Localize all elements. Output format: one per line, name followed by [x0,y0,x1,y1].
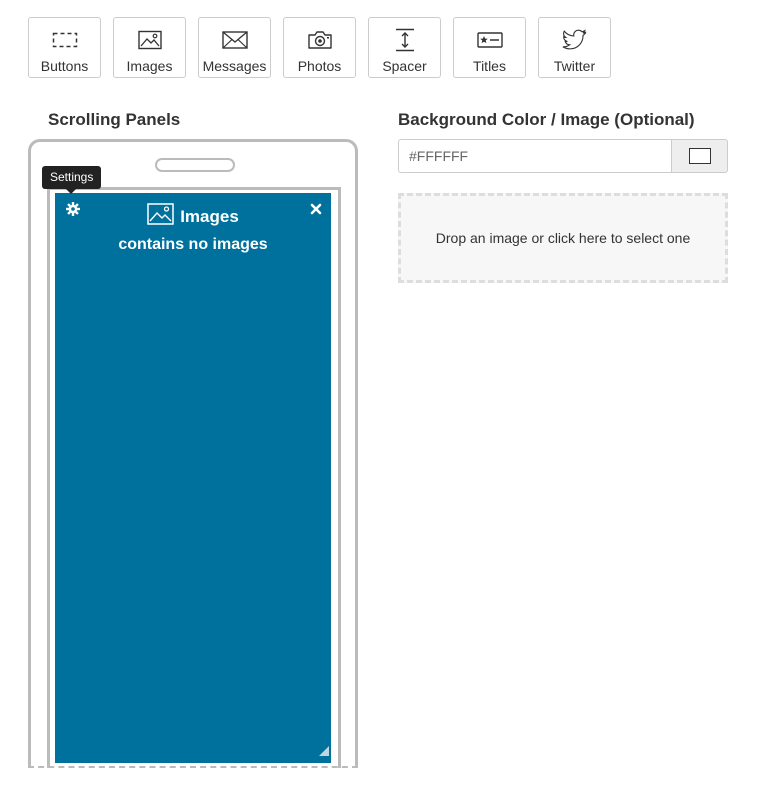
panel-title: Images [55,203,331,230]
toolbar-photos-label: Photos [297,58,342,74]
envelope-icon [199,28,270,52]
phone-speaker [155,158,235,172]
toolbar-images-label: Images [126,58,173,74]
toolbar-twitter-button[interactable]: Twitter [538,17,611,78]
resize-handle-icon[interactable] [319,743,329,761]
background-color-group [398,139,728,173]
scrolling-panels-heading: Scrolling Panels [48,110,181,129]
panel-title-text: Images [180,206,239,226]
camera-icon [284,28,355,52]
close-icon[interactable] [310,202,322,220]
twitter-bird-icon [539,28,610,52]
toolbar-photos-button[interactable]: Photos [283,17,356,78]
toolbar-titles-button[interactable]: Titles [453,17,526,78]
toolbar-spacer-button[interactable]: Spacer [368,17,441,78]
background-color-input[interactable] [398,139,671,173]
dashed-rectangle-icon [29,28,100,52]
phone-bottom-edge [28,766,358,768]
dropzone-text: Drop an image or click here to select on… [435,230,691,246]
image-icon [147,203,174,230]
title-card-icon [454,28,525,52]
settings-tooltip: Settings [42,166,102,194]
image-dropzone[interactable]: Drop an image or click here to select on… [398,193,728,283]
color-swatch [688,148,711,164]
toolbar-messages-label: Messages [202,58,267,74]
toolbar-images-button[interactable]: Images [113,17,186,78]
toolbar-buttons-button[interactable]: Buttons [28,17,101,78]
background-heading: Background Color / Image (Optional) [398,110,695,129]
toolbar-spacer-label: Spacer [382,58,427,74]
panel-empty-message: contains no images [118,236,268,253]
toolbar-twitter-label: Twitter [553,58,596,74]
image-icon [114,28,185,52]
toolbar-buttons-label: Buttons [40,58,89,74]
vertical-spacer-icon [369,28,440,52]
toolbar-messages-button[interactable]: Messages [198,17,271,78]
color-picker-button[interactable] [671,139,728,173]
images-panel[interactable]: Images contains no images [55,193,331,763]
toolbar-titles-label: Titles [473,58,506,74]
